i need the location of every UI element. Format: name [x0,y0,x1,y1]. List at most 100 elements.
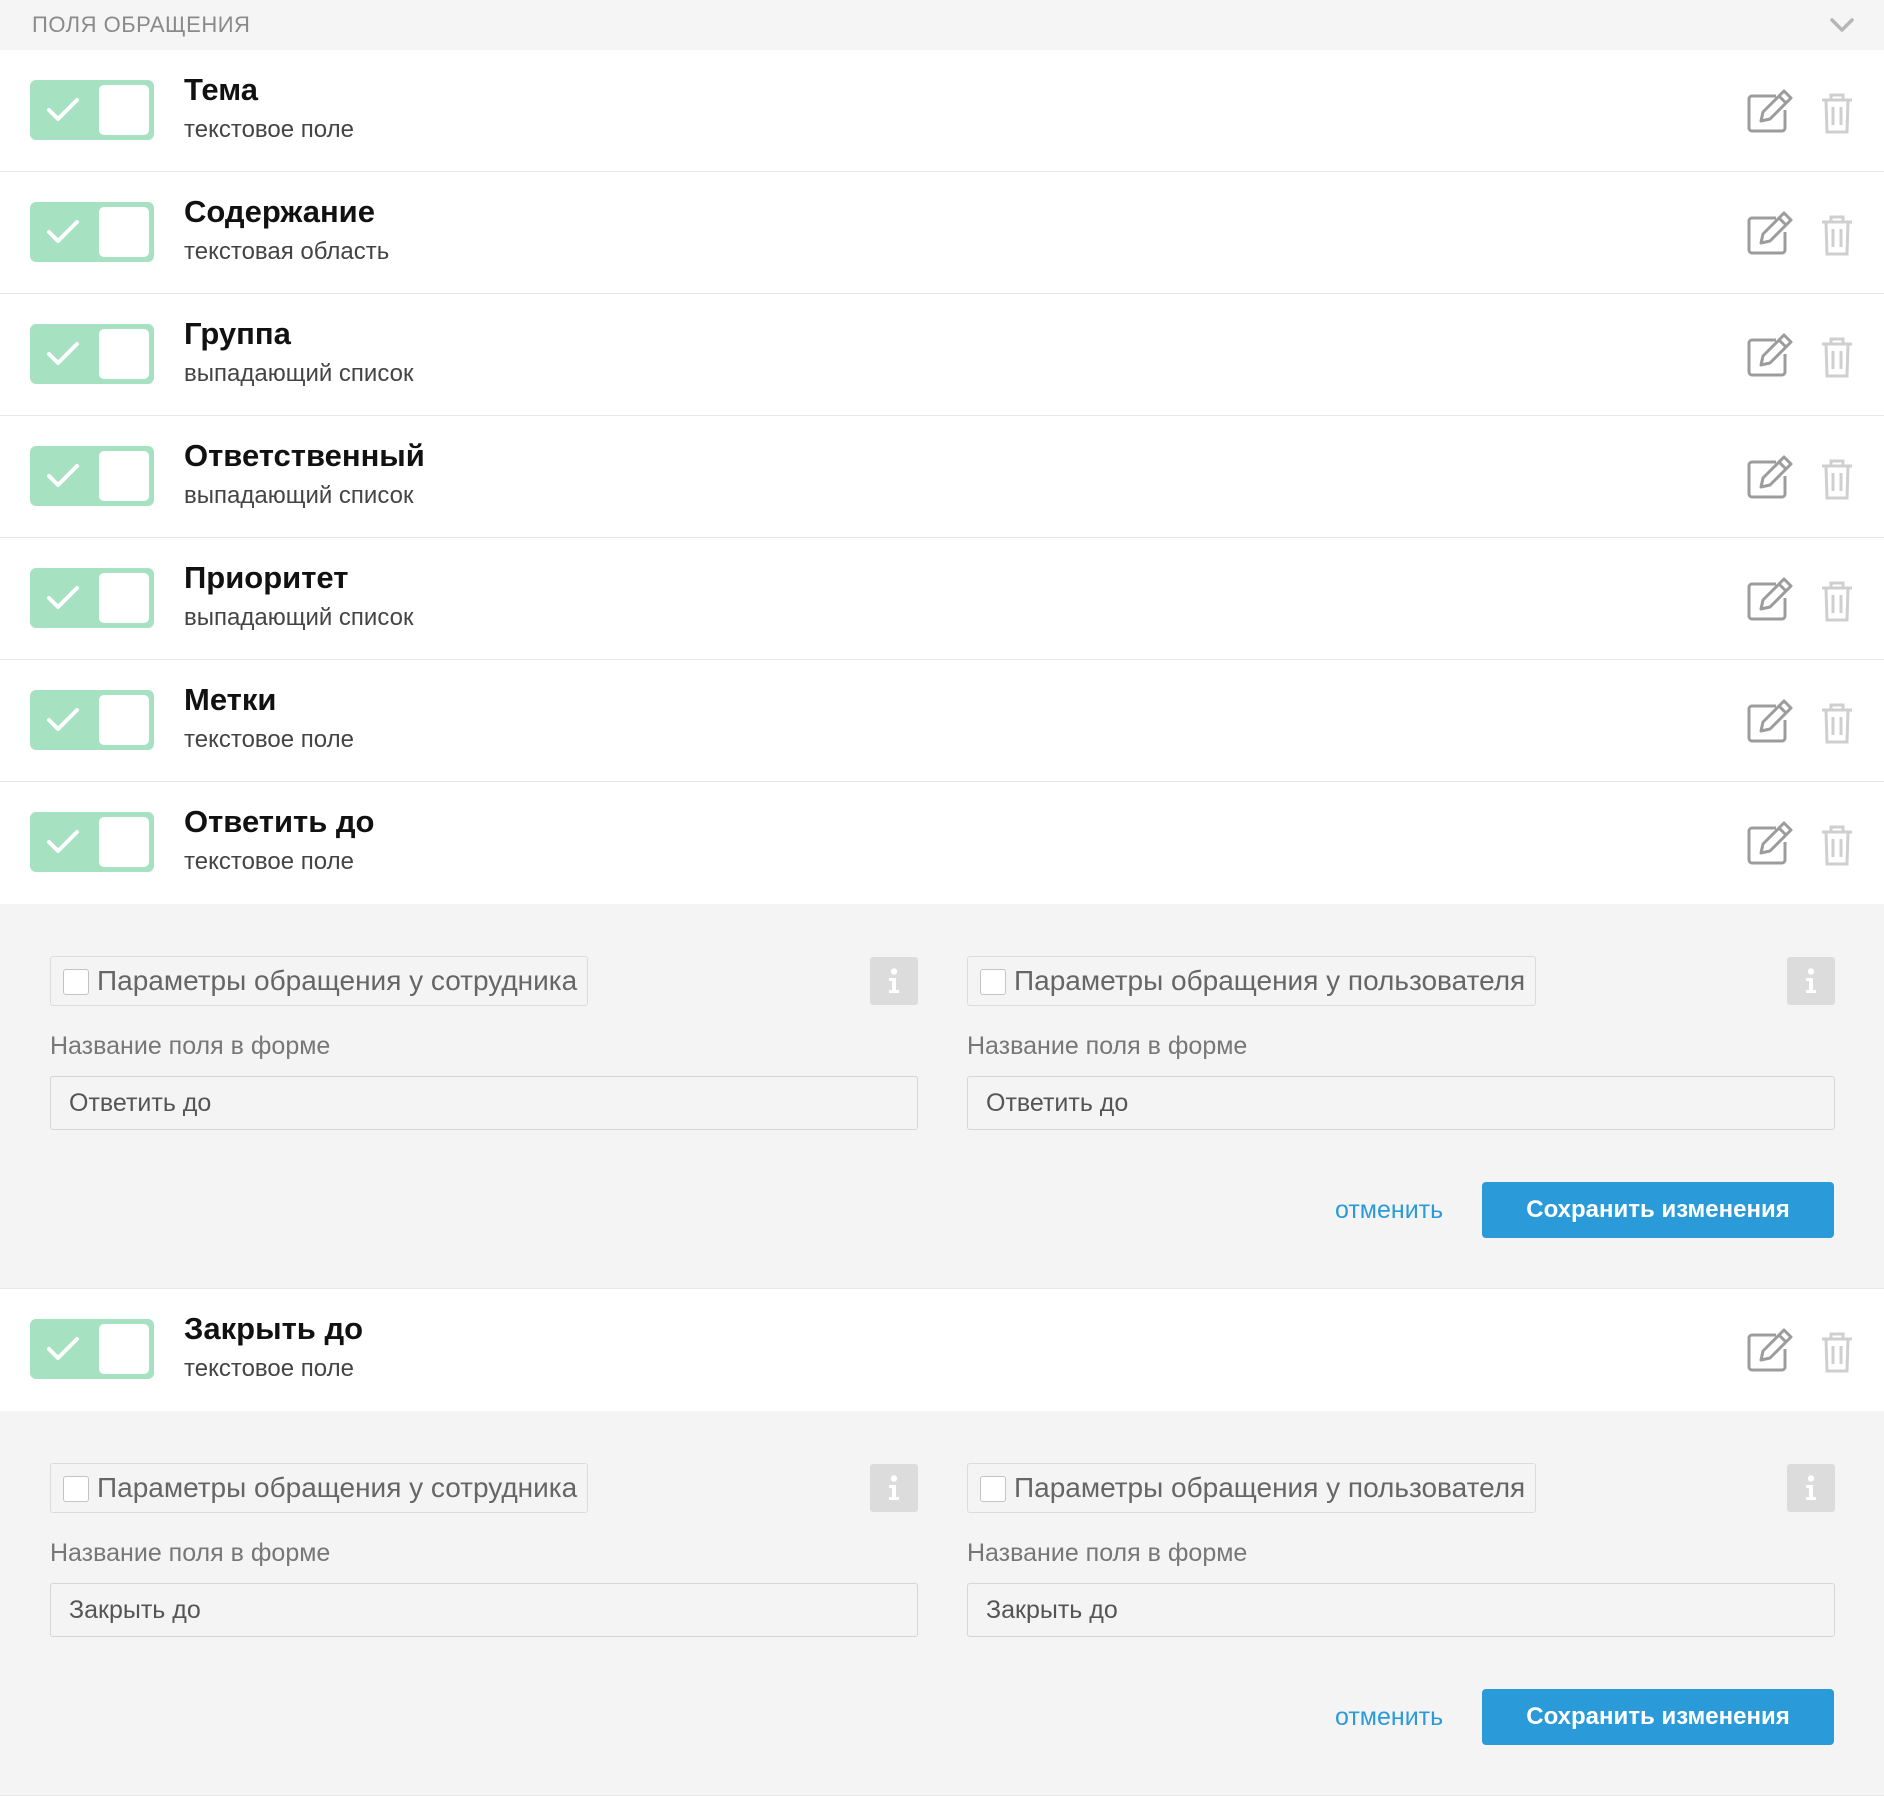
employee-form-label: Название поля в форме [50,1539,331,1567]
trash-icon[interactable] [1820,824,1854,866]
field-enabled-toggle[interactable] [30,812,154,872]
section-header[interactable]: ПОЛЯ ОБРАЩЕНИЯ [0,0,1884,50]
field-name: Группа [184,316,291,351]
field-enabled-toggle[interactable] [30,202,154,262]
field-enabled-toggle[interactable] [30,1319,154,1379]
field-type: текстовая область [184,238,390,265]
employee-params-label: Параметры обращения у сотрудника [97,965,578,996]
cancel-link[interactable]: отменить [1335,1196,1443,1225]
trash-icon[interactable] [1820,702,1854,744]
edit-icon[interactable] [1746,1327,1794,1373]
employee-params-checkbox[interactable]: Параметры обращения у сотрудника [50,956,589,1006]
field-name: Метки [184,682,277,717]
toggle-knob [99,85,149,135]
info-icon[interactable] [870,957,918,1005]
field-type: текстовое поле [184,726,354,753]
fields-list: Тема текстовое поле Содержание текстовая… [0,50,1884,1796]
save-changes-button[interactable]: Сохранить изменения [1482,1182,1834,1238]
checkbox-square[interactable] [980,1476,1006,1502]
employee-field-name-input[interactable] [50,1583,918,1637]
info-icon[interactable] [1787,957,1835,1005]
field-type: текстовое поле [184,848,354,875]
edit-icon[interactable] [1746,88,1794,134]
save-changes-button[interactable]: Сохранить изменения [1482,1689,1834,1745]
field-enabled-toggle[interactable] [30,446,154,506]
user-params-label: Параметры обращения у пользователя [1014,1472,1526,1503]
user-field-name-input[interactable] [967,1583,1835,1637]
cancel-link[interactable]: отменить [1335,1703,1443,1732]
field-type: выпадающий список [184,482,414,509]
trash-icon[interactable] [1820,336,1854,378]
field-name: Тема [184,72,258,107]
field-name: Ответить до [184,804,375,839]
field-row: Приоритет выпадающий список [0,538,1884,660]
field-type: текстовое поле [184,116,354,143]
check-icon [47,708,79,731]
user-params-checkbox[interactable]: Параметры обращения у пользователя [967,956,1537,1006]
toggle-knob [99,207,149,257]
section-title: ПОЛЯ ОБРАЩЕНИЯ [32,12,251,37]
toggle-knob [99,451,149,501]
field-enabled-toggle[interactable] [30,324,154,384]
check-icon [47,464,79,487]
edit-icon[interactable] [1746,820,1794,866]
field-row: Группа выпадающий список [0,294,1884,416]
toggle-knob [99,1324,149,1374]
field-enabled-toggle[interactable] [30,690,154,750]
toggle-knob [99,329,149,379]
field-name: Ответственный [184,438,425,473]
field-name: Закрыть до [184,1311,364,1346]
checkbox-square[interactable] [63,969,89,995]
field-row: Тема текстовое поле [0,50,1884,172]
chevron-down-icon[interactable] [1828,14,1856,36]
field-row: Ответственный выпадающий список [0,416,1884,538]
user-form-label: Название поля в форме [967,1032,1248,1060]
trash-icon[interactable] [1820,458,1854,500]
field-settings-panel: Параметры обращения у сотрудника Названи… [0,1411,1884,1796]
check-icon [47,220,79,243]
employee-settings: Параметры обращения у сотрудника Названи… [50,904,920,1289]
employee-form-label: Название поля в форме [50,1032,331,1060]
employee-field-name-input[interactable] [50,1076,918,1130]
field-settings-panel: Параметры обращения у сотрудника Названи… [0,904,1884,1289]
checkbox-square[interactable] [63,1476,89,1502]
edit-icon[interactable] [1746,210,1794,256]
trash-icon[interactable] [1820,1331,1854,1373]
user-form-label: Название поля в форме [967,1539,1248,1567]
trash-icon[interactable] [1820,92,1854,134]
field-type: выпадающий список [184,604,414,631]
field-row: Содержание текстовая область [0,172,1884,294]
employee-params-label: Параметры обращения у сотрудника [97,1472,578,1503]
field-name: Содержание [184,194,375,229]
trash-icon[interactable] [1820,214,1854,256]
employee-params-checkbox[interactable]: Параметры обращения у сотрудника [50,1463,589,1513]
field-row: Ответить до текстовое поле [0,782,1884,904]
check-icon [47,830,79,853]
employee-settings: Параметры обращения у сотрудника Названи… [50,1411,920,1796]
info-icon[interactable] [1787,1464,1835,1512]
trash-icon[interactable] [1820,580,1854,622]
field-type: текстовое поле [184,1355,354,1382]
toggle-knob [99,695,149,745]
edit-icon[interactable] [1746,698,1794,744]
user-params-label: Параметры обращения у пользователя [1014,965,1526,996]
check-icon [47,1337,79,1360]
field-type: выпадающий список [184,360,414,387]
field-name: Приоритет [184,560,349,595]
field-row: Метки текстовое поле [0,660,1884,782]
user-field-name-input[interactable] [967,1076,1835,1130]
field-enabled-toggle[interactable] [30,80,154,140]
toggle-knob [99,817,149,867]
check-icon [47,98,79,121]
user-params-checkbox[interactable]: Параметры обращения у пользователя [967,1463,1537,1513]
field-enabled-toggle[interactable] [30,568,154,628]
field-row: Закрыть до текстовое поле [0,1289,1884,1411]
toggle-knob [99,573,149,623]
check-icon [47,342,79,365]
edit-icon[interactable] [1746,576,1794,622]
info-icon[interactable] [870,1464,918,1512]
checkbox-square[interactable] [980,969,1006,995]
edit-icon[interactable] [1746,332,1794,378]
edit-icon[interactable] [1746,454,1794,500]
check-icon [47,586,79,609]
